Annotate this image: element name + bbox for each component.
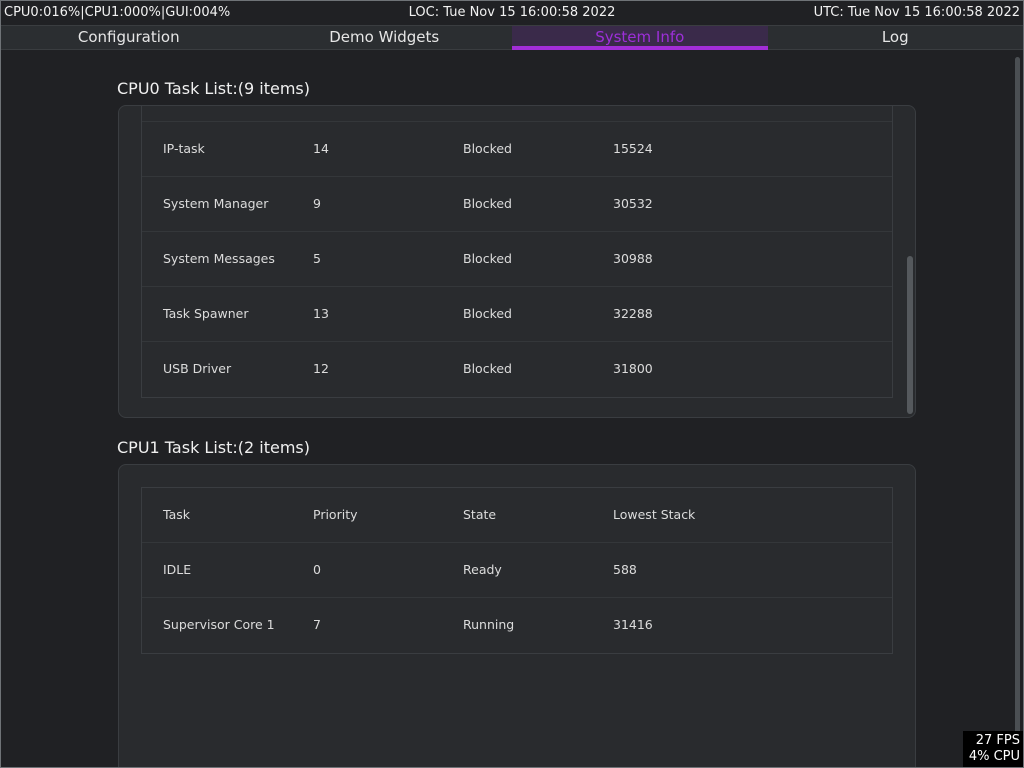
- task-stack-cell: 32288: [613, 306, 653, 321]
- table-row[interactable]: IDLE 0 Ready 588: [142, 543, 892, 598]
- task-stack-cell: 31800: [613, 361, 653, 376]
- task-stack-cell: 31416: [613, 617, 653, 632]
- performance-overlay: 27 FPS 4% CPU: [963, 731, 1023, 767]
- table-header-row: Task Priority State Lowest Stack: [142, 488, 892, 543]
- task-stack-cell: 30988: [613, 251, 653, 266]
- table-row[interactable]: IP-task 14 Blocked 15524: [142, 122, 892, 177]
- task-stack-cell: 588: [613, 562, 637, 577]
- cpu0-list-scrollbar[interactable]: [907, 256, 913, 414]
- task-name-cell: USB Driver: [163, 361, 232, 376]
- fps-text: 27 FPS: [975, 733, 1020, 748]
- task-priority-cell: 9: [313, 196, 321, 211]
- task-name-cell: Task Spawner: [163, 306, 249, 321]
- task-priority-cell: 5: [313, 251, 321, 266]
- tab-configuration[interactable]: Configuration: [1, 26, 257, 49]
- task-name-cell: System Manager: [163, 196, 269, 211]
- task-priority-cell: 14: [313, 141, 329, 156]
- task-priority-cell: 0: [313, 562, 321, 577]
- task-state-cell: Blocked: [463, 251, 512, 266]
- task-stack-cell: 30532: [613, 196, 653, 211]
- tab-demo-widgets[interactable]: Demo Widgets: [257, 26, 513, 49]
- task-state-cell: Running: [463, 617, 515, 632]
- cpu1-task-panel[interactable]: Task Priority State Lowest Stack IDLE 0 …: [118, 464, 916, 767]
- task-name-cell: IP-task: [163, 141, 205, 156]
- task-state-cell: Blocked: [463, 141, 512, 156]
- task-state-cell: Ready: [463, 562, 502, 577]
- task-priority-cell: 7: [313, 617, 321, 632]
- cpu1-task-table: Task Priority State Lowest Stack IDLE 0 …: [141, 487, 893, 654]
- utc-time-text: UTC: Tue Nov 15 16:00:58 2022: [813, 5, 1020, 20]
- task-state-cell: Blocked: [463, 306, 512, 321]
- header-priority: Priority: [313, 507, 358, 522]
- table-row[interactable]: Supervisor Core 1 7 Running 31416: [142, 598, 892, 653]
- cpu0-task-panel[interactable]: IP-task 14 Blocked 15524 System Manager …: [118, 105, 916, 418]
- table-row[interactable]: System Messages 5 Blocked 30988: [142, 232, 892, 287]
- cpu1-task-list-title: CPU1 Task List:(2 items): [117, 438, 311, 457]
- table-row[interactable]: System Manager 9 Blocked 30532: [142, 177, 892, 232]
- system-info-content[interactable]: CPU0 Task List:(9 items) IP-task 14 Bloc…: [1, 50, 1023, 767]
- cpu0-task-list-title: CPU0 Task List:(9 items): [117, 79, 311, 98]
- task-name-cell: Supervisor Core 1: [163, 617, 275, 632]
- task-state-cell: Blocked: [463, 361, 512, 376]
- table-row[interactable]: USB Driver 12 Blocked 31800: [142, 342, 892, 397]
- header-lowest-stack: Lowest Stack: [613, 507, 696, 522]
- cpu-percent-text: 4% CPU: [968, 749, 1020, 764]
- table-row: [142, 106, 892, 122]
- page-scrollbar[interactable]: [1015, 57, 1020, 764]
- task-stack-cell: 15524: [613, 141, 653, 156]
- tab-log[interactable]: Log: [768, 26, 1024, 49]
- tab-system-info[interactable]: System Info: [512, 26, 768, 50]
- task-state-cell: Blocked: [463, 196, 512, 211]
- app-screen: CPU0:016%|CPU1:000%|GUI:004% LOC: Tue No…: [0, 0, 1024, 768]
- tab-bar: Configuration Demo Widgets System Info L…: [1, 25, 1023, 50]
- task-name-cell: IDLE: [163, 562, 192, 577]
- table-row[interactable]: Task Spawner 13 Blocked 32288: [142, 287, 892, 342]
- task-name-cell: System Messages: [163, 251, 275, 266]
- header-task: Task: [163, 507, 190, 522]
- task-priority-cell: 13: [313, 306, 329, 321]
- cpu0-task-table: IP-task 14 Blocked 15524 System Manager …: [141, 106, 893, 398]
- header-state: State: [463, 507, 497, 522]
- status-bar: CPU0:016%|CPU1:000%|GUI:004% LOC: Tue No…: [1, 1, 1023, 25]
- task-priority-cell: 12: [313, 361, 329, 376]
